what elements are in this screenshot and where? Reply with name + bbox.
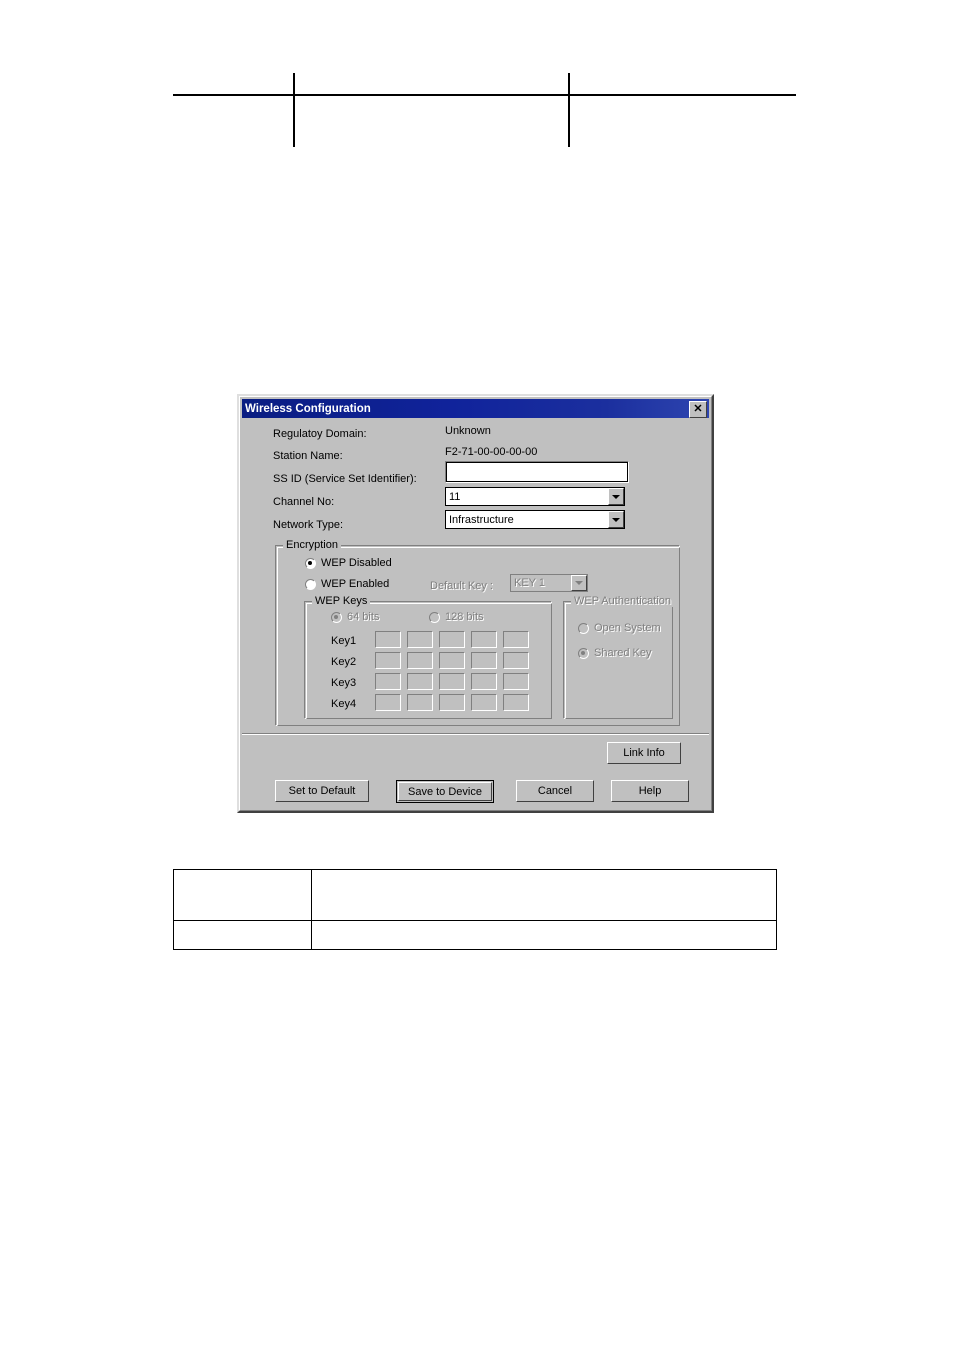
radio-indicator <box>305 578 316 590</box>
wep-keys-group: WEP Keys 64 bits 128 bits Key1 Key2 Key3… <box>304 595 552 719</box>
key4-cell-3[interactable] <box>439 694 465 711</box>
table-cell <box>173 869 312 921</box>
wep-disabled-radio[interactable]: WEP Disabled <box>305 557 392 569</box>
key3-label: Key3 <box>331 677 357 689</box>
key3-cell-5[interactable] <box>503 673 529 690</box>
radio-indicator <box>429 611 440 623</box>
key1-cell-5[interactable] <box>503 631 529 648</box>
channel-no-value: 11 <box>449 490 461 503</box>
network-type-value: Infrastructure <box>449 513 514 526</box>
key1-cell-3[interactable] <box>439 631 465 648</box>
network-type-select[interactable]: Infrastructure <box>445 510 625 529</box>
wep-disabled-label: WEP Disabled <box>321 557 392 569</box>
wep-128-bits-radio[interactable]: 128 bits <box>429 611 484 623</box>
chevron-down-icon[interactable] <box>608 488 624 505</box>
key4-label: Key4 <box>331 698 357 710</box>
wep-authentication-group-title: WEP Authentication <box>571 595 675 607</box>
key4-cell-5[interactable] <box>503 694 529 711</box>
help-button[interactable]: Help <box>611 780 689 802</box>
table-cell <box>311 869 777 921</box>
key2-cell-4[interactable] <box>471 652 497 669</box>
wep-authentication-group: WEP Authentication Open System Shared Ke… <box>563 595 675 719</box>
dialog-title: Wireless Configuration <box>245 402 371 415</box>
table-cell <box>173 919 312 951</box>
wep-64-bits-radio[interactable]: 64 bits <box>331 611 379 623</box>
ssid-input[interactable] <box>445 461 629 483</box>
key1-label: Key1 <box>331 635 357 647</box>
footer-table <box>173 869 777 951</box>
wep-enabled-label: WEP Enabled <box>321 578 390 590</box>
table-row <box>173 869 777 921</box>
save-to-device-button[interactable]: Save to Device <box>396 780 494 803</box>
radio-indicator <box>578 647 589 659</box>
wireless-configuration-dialog: Wireless Configuration ✕ Regulatoy Domai… <box>237 394 714 813</box>
dialog-titlebar[interactable]: Wireless Configuration ✕ <box>242 399 709 418</box>
page-header-horizontal-rule <box>173 94 796 96</box>
key2-cell-2[interactable] <box>407 652 433 669</box>
chevron-down-icon[interactable] <box>571 575 587 591</box>
table-row <box>173 919 777 951</box>
regulatory-domain-label: Regulatoy Domain: <box>273 428 367 440</box>
shared-key-label: Shared Key <box>594 647 652 659</box>
encryption-group: Encryption WEP Disabled WEP Enabled Defa… <box>275 539 680 726</box>
default-key-label: Default Key : <box>430 580 493 592</box>
page-header-vertical-rule-right <box>568 73 570 147</box>
channel-no-select[interactable]: 11 <box>445 487 625 506</box>
wep-64-bits-label: 64 bits <box>347 611 380 623</box>
wep-keys-group-title: WEP Keys <box>312 595 371 607</box>
key1-cell-2[interactable] <box>407 631 433 648</box>
button-area-separator <box>242 733 709 735</box>
key1-cell-1[interactable] <box>375 631 401 648</box>
save-to-device-label: Save to Device <box>408 785 482 798</box>
wep-enabled-radio[interactable]: WEP Enabled <box>305 578 389 590</box>
key3-cell-1[interactable] <box>375 673 401 690</box>
encryption-group-title: Encryption <box>283 539 341 551</box>
regulatory-domain-value: Unknown <box>445 425 491 437</box>
key2-cell-1[interactable] <box>375 652 401 669</box>
key1-cell-4[interactable] <box>471 631 497 648</box>
channel-no-label: Channel No: <box>273 496 335 508</box>
network-type-label: Network Type: <box>273 519 344 531</box>
default-key-select[interactable]: KEY 1 <box>510 574 588 592</box>
key2-label: Key2 <box>331 656 357 668</box>
open-system-label: Open System <box>594 622 661 634</box>
radio-indicator <box>331 611 342 623</box>
radio-indicator <box>578 622 589 634</box>
station-name-value: F2-71-00-00-00-00 <box>445 446 538 458</box>
set-to-default-button[interactable]: Set to Default <box>275 780 369 802</box>
cancel-button[interactable]: Cancel <box>516 780 594 802</box>
station-name-label: Station Name: <box>273 450 343 462</box>
close-icon[interactable]: ✕ <box>689 401 707 418</box>
key4-cell-2[interactable] <box>407 694 433 711</box>
wep-128-bits-label: 128 bits <box>445 611 484 623</box>
key3-cell-3[interactable] <box>439 673 465 690</box>
link-info-button[interactable]: Link Info <box>607 742 681 764</box>
shared-key-radio[interactable]: Shared Key <box>578 647 651 659</box>
open-system-radio[interactable]: Open System <box>578 622 661 634</box>
key4-cell-4[interactable] <box>471 694 497 711</box>
ssid-label: SS ID (Service Set Identifier): <box>273 473 417 485</box>
key2-cell-5[interactable] <box>503 652 529 669</box>
key3-cell-4[interactable] <box>471 673 497 690</box>
key3-cell-2[interactable] <box>407 673 433 690</box>
key4-cell-1[interactable] <box>375 694 401 711</box>
table-cell <box>311 919 777 951</box>
chevron-down-icon[interactable] <box>608 511 624 528</box>
default-key-value: KEY 1 <box>514 577 545 589</box>
page-header-vertical-rule-left <box>293 73 295 147</box>
radio-indicator <box>305 557 316 569</box>
key2-cell-3[interactable] <box>439 652 465 669</box>
